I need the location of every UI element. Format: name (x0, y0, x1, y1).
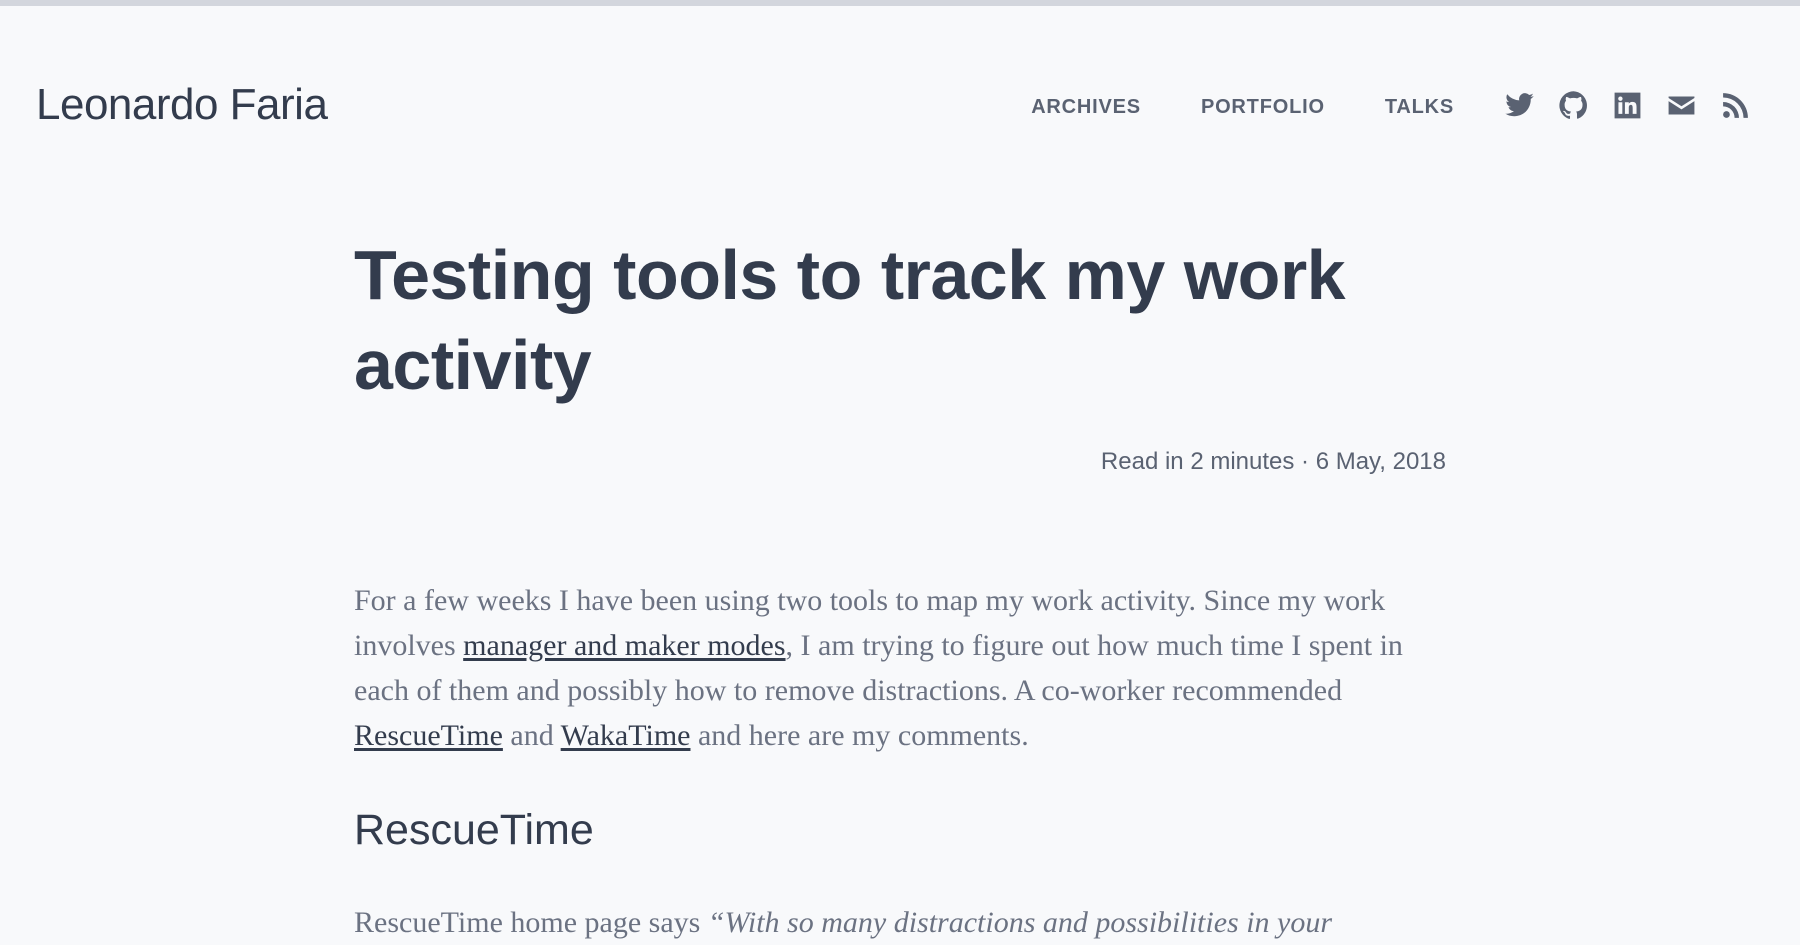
nav-archives-link[interactable]: ARCHIVES (1031, 96, 1141, 119)
linkedin-icon[interactable] (1612, 90, 1643, 121)
twitter-icon[interactable] (1504, 90, 1535, 121)
rss-icon[interactable] (1720, 90, 1751, 121)
rescuetime-quote: “With so many distractions and possibili… (707, 906, 1333, 939)
intro-paragraph: For a few weeks I have been using two to… (354, 578, 1446, 758)
github-icon[interactable] (1558, 90, 1589, 121)
social-links (1504, 90, 1751, 121)
main-nav: ARCHIVES PORTFOLIO TALKS (1031, 96, 1454, 119)
post-article: Testing tools to track my work activity … (354, 230, 1446, 939)
post-title: Testing tools to track my work activity (354, 236, 1346, 404)
manager-maker-modes-link[interactable]: manager and maker modes (463, 629, 785, 662)
section-heading-rescuetime: RescueTime (354, 806, 594, 854)
post-meta: Read in 2 minutes · 6 May, 2018 (1100, 448, 1446, 475)
site-title[interactable]: Leonardo Faria (36, 80, 328, 130)
intro-text-4: and here are my comments. (690, 719, 1029, 752)
email-icon[interactable] (1666, 90, 1697, 121)
rescuetime-text-1: RescueTime home page says (354, 906, 708, 939)
nav-talks-link[interactable]: TALKS (1385, 96, 1454, 119)
rescuetime-paragraph: RescueTime home page says “With so many … (354, 900, 1446, 945)
intro-text-3: and (502, 719, 561, 752)
wakatime-link[interactable]: WakaTime (561, 719, 691, 752)
rescuetime-link[interactable]: RescueTime (354, 719, 503, 752)
nav-portfolio-link[interactable]: PORTFOLIO (1201, 96, 1325, 119)
top-border (0, 0, 1800, 6)
